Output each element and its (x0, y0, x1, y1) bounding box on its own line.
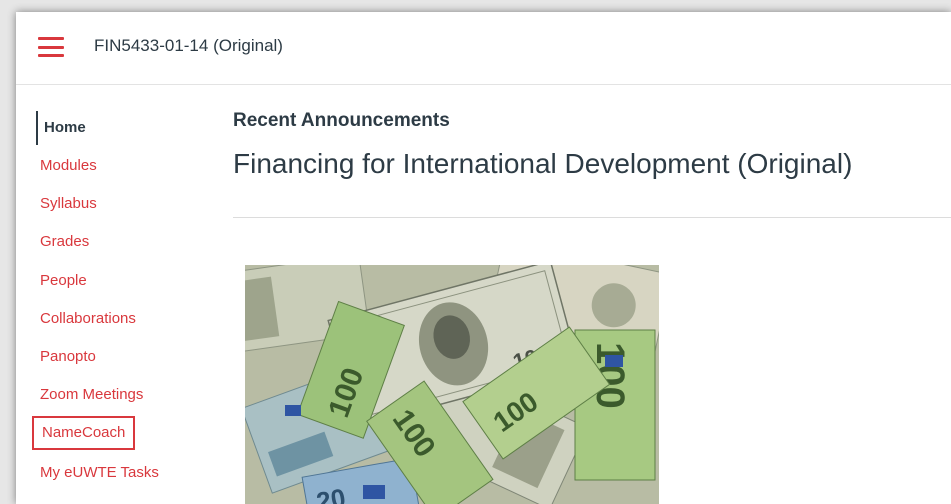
sidebar-item-modules[interactable]: Modules (32, 147, 202, 185)
recent-announcements-heading: Recent Announcements (233, 110, 450, 131)
sidebar-item-people[interactable]: People (32, 262, 202, 300)
sidebar-item-namecoach[interactable]: NameCoach (32, 416, 136, 451)
banknote-label: 20 (314, 482, 348, 504)
sidebar-item-panopto[interactable]: Panopto (32, 338, 202, 376)
main-content: Recent Announcements Financing for Inter… (233, 110, 951, 180)
course-header: FIN5433-01-14 (Original) (16, 12, 951, 85)
sidebar-item-my-euwte-tasks[interactable]: My eUWTE Tasks (32, 454, 202, 492)
page-title: Financing for International Development … (233, 148, 853, 179)
browser-frame: FIN5433-01-14 (Original) Home Modules Sy… (16, 12, 951, 504)
sidebar-item-grades[interactable]: Grades (32, 223, 202, 261)
title-divider (233, 217, 951, 218)
banknotes-image: 100 100 100 100 20 100 100 (245, 265, 659, 504)
course-title[interactable]: FIN5433-01-14 (Original) (94, 36, 283, 56)
hamburger-icon[interactable] (38, 37, 64, 57)
course-navigation: Home Modules Syllabus Grades People Coll… (32, 109, 202, 493)
sidebar-item-zoom-meetings[interactable]: Zoom Meetings (32, 376, 202, 414)
sidebar-item-collaborations[interactable]: Collaborations (32, 300, 202, 338)
sidebar-item-home[interactable]: Home (36, 111, 202, 145)
sidebar-item-syllabus[interactable]: Syllabus (32, 185, 202, 223)
